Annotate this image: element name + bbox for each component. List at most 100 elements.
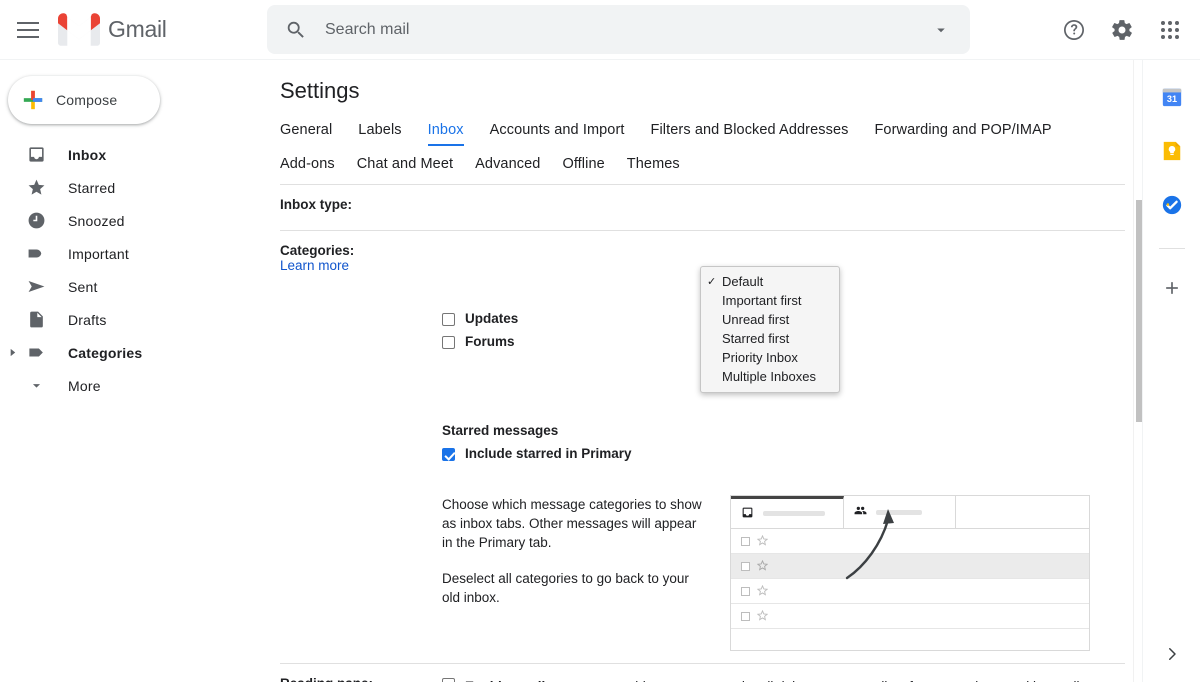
brand-name: Gmail [108, 16, 167, 42]
inbox-type-body [442, 185, 1125, 230]
dropdown-option-label: Default [722, 274, 764, 289]
enable-reading-pane-checkbox[interactable] [442, 678, 455, 682]
tab-inbox[interactable]: Inbox [427, 118, 464, 146]
sidebar-item-sent[interactable]: Sent [0, 270, 256, 303]
gmail-brand[interactable]: Gmail [58, 12, 167, 47]
tab-themes[interactable]: Themes [627, 152, 680, 180]
tab-filters-and-blocked-addresses[interactable]: Filters and Blocked Addresses [651, 118, 849, 146]
dropdown-option-important-first[interactable]: Important first [701, 291, 839, 310]
expand-panel-button[interactable] [1163, 645, 1181, 668]
tab-accounts-and-import[interactable]: Accounts and Import [490, 118, 625, 146]
illustration-tab-label-bar [876, 509, 922, 515]
sidebar-item-more[interactable]: More [0, 369, 256, 402]
forums-checkbox[interactable] [442, 336, 455, 349]
categories-description-1: Choose which message categories to show … [442, 497, 702, 550]
updates-checkbox[interactable] [442, 313, 455, 326]
apps-grid-icon[interactable] [1148, 8, 1192, 52]
chevron-down-icon [26, 376, 46, 396]
include-starred-checkbox[interactable] [442, 448, 455, 461]
right-triangle-icon[interactable] [2, 348, 22, 357]
settings-content: Inbox type: Categories: Learn more Updat… [280, 185, 1125, 682]
grid-dot [1161, 35, 1165, 39]
star-icon [756, 534, 769, 549]
panel-divider [1158, 248, 1185, 249]
gmail-logo-icon [58, 12, 100, 46]
grid-dot [1175, 28, 1179, 32]
sidebar-item-label: Sent [68, 278, 98, 295]
inbox-type-dropdown-menu[interactable]: ✓ Default Important first Unread first S… [700, 266, 840, 393]
grid-dot [1168, 21, 1172, 25]
dropdown-option-multiple-inboxes[interactable]: Multiple Inboxes [701, 367, 839, 386]
inbox-tabs-illustration [730, 495, 1090, 651]
checkbox-row-include-starred[interactable]: Include starred in Primary [442, 446, 1125, 461]
include-starred-label: Include starred in Primary [465, 446, 632, 461]
google-tasks-icon[interactable] [1155, 188, 1189, 222]
tab-general[interactable]: General [280, 118, 332, 146]
illustration-tab-primary [731, 496, 844, 528]
sidebar-item-label: Starred [68, 179, 116, 196]
help-icon[interactable] [1052, 8, 1096, 52]
search-input[interactable] [325, 20, 932, 39]
illustration-message-rows [731, 528, 1089, 651]
star-icon [756, 584, 769, 599]
draft-icon [26, 310, 46, 330]
reading-pane-label: Reading pane: [280, 664, 442, 682]
learn-more-link[interactable]: Learn more [280, 258, 442, 273]
sidebar-item-label: Categories [68, 344, 143, 361]
chevron-down-icon[interactable] [932, 21, 950, 39]
sidebar-item-label: More [68, 377, 101, 394]
add-addon-button[interactable] [1155, 271, 1189, 305]
tab-chat-and-meet[interactable]: Chat and Meet [357, 152, 453, 180]
dropdown-option-label: Starred first [722, 331, 790, 346]
check-icon: ✓ [707, 276, 717, 288]
star-icon [756, 559, 769, 574]
checkbox-row-enable-reading-pane[interactable]: Enable reading pane - provides a way to … [442, 676, 1125, 682]
categories-description: Choose which message categories to show … [442, 495, 710, 651]
star-icon [26, 178, 46, 198]
hamburger-menu-icon[interactable] [4, 6, 52, 54]
gear-icon[interactable] [1100, 8, 1144, 52]
dropdown-option-starred-first[interactable]: Starred first [701, 329, 839, 348]
sidebar-item-snoozed[interactable]: Snoozed [0, 204, 256, 237]
tab-labels[interactable]: Labels [358, 118, 401, 146]
illustration-row [731, 579, 1089, 604]
sidebar-item-inbox[interactable]: Inbox [0, 138, 256, 171]
dropdown-option-label: Multiple Inboxes [722, 369, 816, 384]
illustration-row [731, 604, 1089, 629]
grid-dot [1161, 21, 1165, 25]
hamburger-bar [17, 35, 39, 38]
dropdown-option-priority-inbox[interactable]: Priority Inbox [701, 348, 839, 367]
important-icon [26, 244, 46, 264]
illustration-tab-empty [956, 496, 1089, 528]
grid-dot [1175, 35, 1179, 39]
tab-offline[interactable]: Offline [562, 152, 604, 180]
illustration-checkbox [741, 611, 750, 621]
tab-add-ons[interactable]: Add-ons [280, 152, 335, 180]
sidebar-nav: Inbox Starred Snoozed Important Sent Dra… [0, 138, 256, 402]
dropdown-option-unread-first[interactable]: Unread first [701, 310, 839, 329]
sidebar-item-important[interactable]: Important [0, 237, 256, 270]
plus-icon [23, 90, 43, 110]
setting-row-inbox-type: Inbox type: [280, 185, 1125, 231]
google-keep-icon[interactable] [1155, 134, 1189, 168]
settings-tabs-row-1: General Labels Inbox Accounts and Import… [280, 118, 1125, 146]
inbox-type-label: Inbox type: [280, 197, 353, 212]
left-sidebar: Compose Inbox Starred Snoozed Important … [0, 60, 256, 682]
sidebar-item-categories[interactable]: Categories [0, 336, 256, 369]
forums-label: Forums [465, 334, 515, 349]
dropdown-option-label: Priority Inbox [722, 350, 798, 365]
sidebar-item-drafts[interactable]: Drafts [0, 303, 256, 336]
tab-forwarding-and-pop-imap[interactable]: Forwarding and POP/IMAP [874, 118, 1051, 146]
compose-button[interactable]: Compose [8, 76, 160, 124]
illustration-tab-social [844, 496, 956, 528]
sidebar-item-label: Inbox [68, 146, 107, 163]
side-addon-panel: 31 [1142, 60, 1200, 682]
google-calendar-icon[interactable]: 31 [1155, 80, 1189, 114]
illustration-row [731, 529, 1089, 554]
tab-advanced[interactable]: Advanced [475, 152, 540, 180]
dropdown-option-default[interactable]: ✓ Default [701, 272, 839, 291]
search-bar[interactable] [267, 5, 970, 54]
hamburger-bar [17, 21, 39, 24]
header-actions [1052, 0, 1192, 60]
sidebar-item-starred[interactable]: Starred [0, 171, 256, 204]
